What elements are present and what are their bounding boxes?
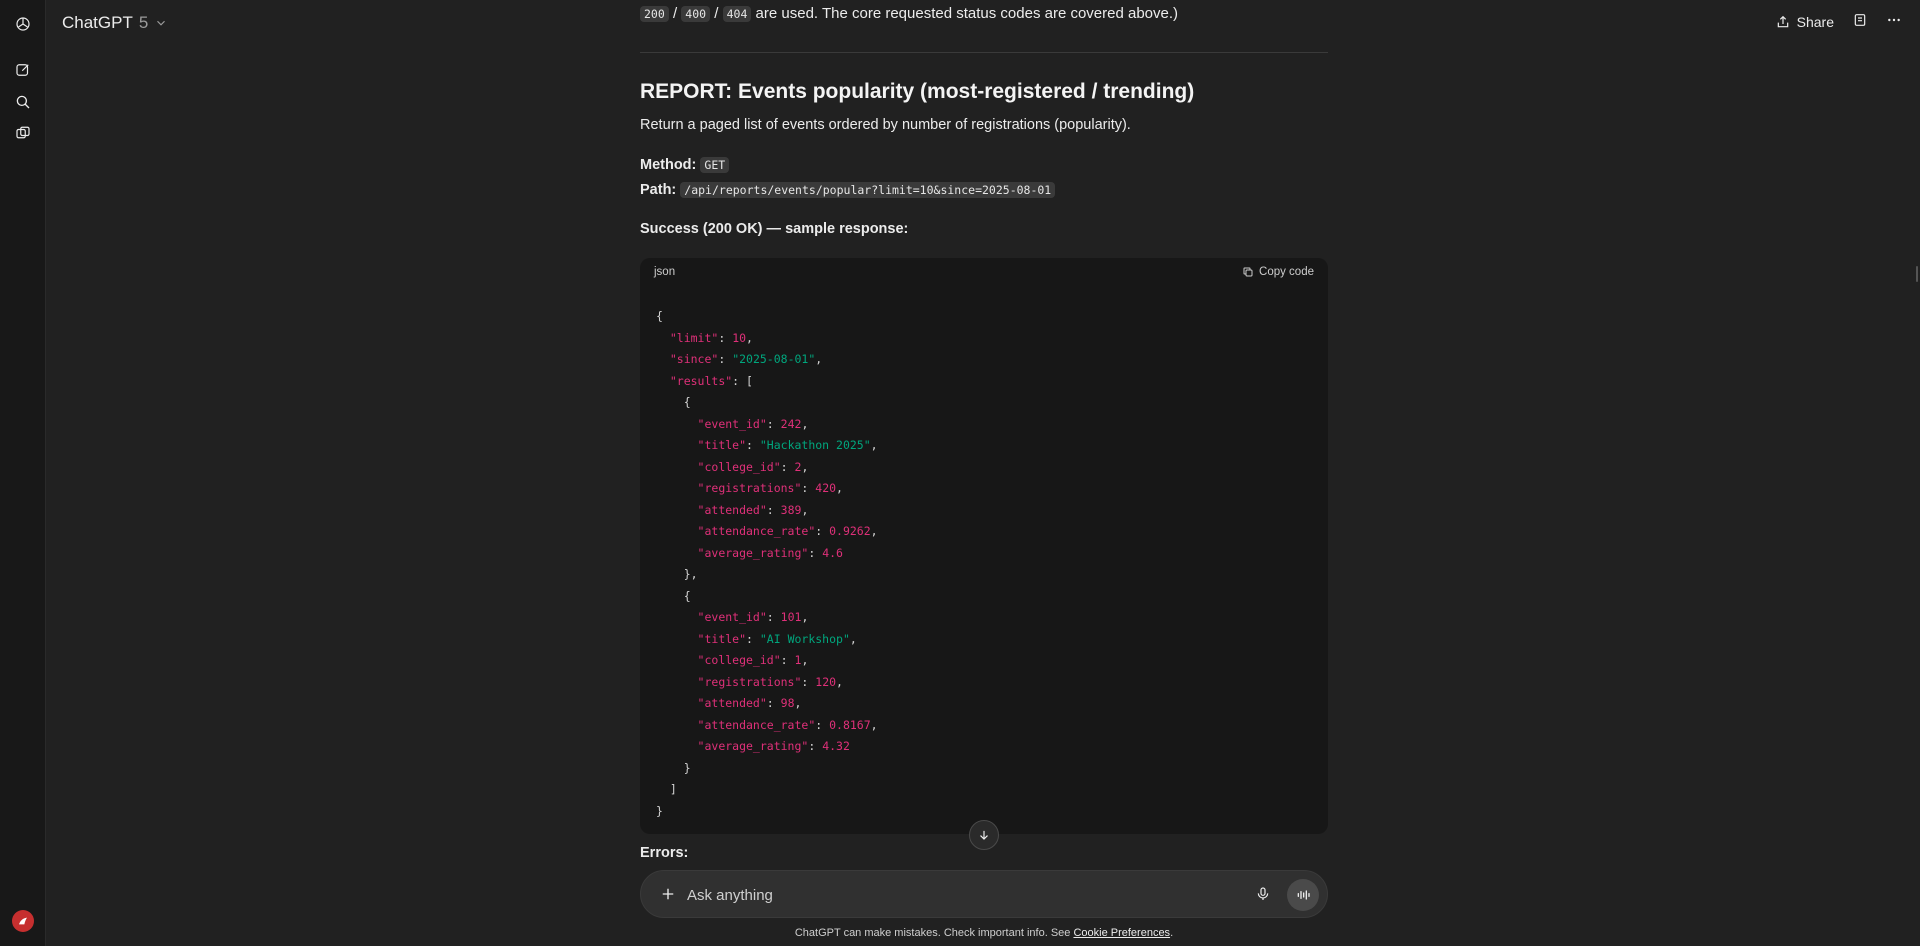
prompt-input[interactable] bbox=[687, 883, 1187, 907]
path-line: Path: /api/reports/events/popular?limit=… bbox=[640, 182, 1056, 198]
copy-code-button[interactable]: Copy code bbox=[1242, 266, 1314, 278]
method-value: GET bbox=[700, 157, 730, 173]
left-rail bbox=[0, 0, 46, 946]
scrollbar-marker[interactable] bbox=[1916, 266, 1918, 282]
copy-code-label: Copy code bbox=[1259, 266, 1314, 278]
method-line: Method: GET bbox=[640, 157, 730, 173]
chevron-down-icon bbox=[157, 20, 166, 26]
separator: / bbox=[672, 5, 678, 22]
model-name: ChatGPT bbox=[62, 13, 133, 32]
model-selector[interactable]: ChatGPT 5 bbox=[62, 13, 168, 33]
separator: / bbox=[714, 5, 719, 22]
voice-waveform-icon bbox=[1297, 890, 1310, 900]
share-button[interactable]: Share bbox=[1775, 14, 1834, 30]
notes-button[interactable] bbox=[1852, 12, 1868, 31]
footer-end: . bbox=[1170, 927, 1174, 939]
path-value: /api/reports/events/popular?limit=10&sin… bbox=[680, 182, 1056, 198]
scroll-down-button[interactable] bbox=[969, 820, 999, 850]
top-actions: Share bbox=[1775, 12, 1902, 31]
notes-icon bbox=[1854, 14, 1866, 26]
divider bbox=[640, 52, 1328, 53]
add-attachment-button[interactable] bbox=[657, 883, 679, 905]
section-description: Return a paged list of events ordered by… bbox=[640, 117, 1131, 133]
inline-code: 404 bbox=[722, 6, 752, 22]
cookie-preferences-link[interactable]: Cookie Preferences bbox=[1073, 927, 1170, 939]
previous-text: 200 / 400 / 404 are used. The core reque… bbox=[640, 5, 1178, 22]
plus-icon bbox=[662, 888, 674, 900]
copy-icon bbox=[1243, 267, 1253, 277]
arrow-down-icon bbox=[980, 830, 988, 840]
success-label: Success (200 OK) — sample response: bbox=[640, 221, 909, 237]
dictate-button[interactable] bbox=[1253, 884, 1273, 904]
path-label: Path: bbox=[640, 182, 677, 198]
method-label: Method: bbox=[640, 157, 697, 173]
microphone-icon bbox=[1257, 887, 1269, 900]
more-options-button[interactable] bbox=[1886, 12, 1902, 31]
previous-text-tail: are used. The core requested status code… bbox=[755, 5, 1179, 22]
code-language: json bbox=[654, 266, 676, 278]
openai-logo-icon[interactable] bbox=[12, 13, 34, 35]
avatar[interactable] bbox=[12, 910, 34, 932]
errors-label: Errors: bbox=[640, 845, 689, 861]
model-version: 5 bbox=[138, 13, 149, 32]
inline-code: 200 bbox=[640, 6, 669, 22]
search-icon[interactable] bbox=[12, 91, 34, 113]
share-icon bbox=[1777, 15, 1788, 27]
inline-code: 400 bbox=[681, 6, 711, 22]
code-block: json Copy code { "limit": 10, "since": "… bbox=[640, 258, 1328, 834]
new-chat-icon[interactable] bbox=[12, 59, 34, 81]
library-icon[interactable] bbox=[12, 123, 34, 145]
share-label: Share bbox=[1796, 13, 1834, 30]
voice-mode-button[interactable] bbox=[1287, 879, 1319, 911]
more-icon bbox=[1888, 18, 1900, 22]
section-heading: REPORT: Events popularity (most-register… bbox=[640, 80, 1195, 103]
footer-disclaimer: ChatGPT can make mistakes. Check importa… bbox=[640, 927, 1328, 939]
code-content: { "limit": 10, "since": "2025-08-01", "r… bbox=[656, 309, 878, 818]
composer bbox=[640, 870, 1328, 918]
footer-text: ChatGPT can make mistakes. Check importa… bbox=[794, 927, 1071, 939]
